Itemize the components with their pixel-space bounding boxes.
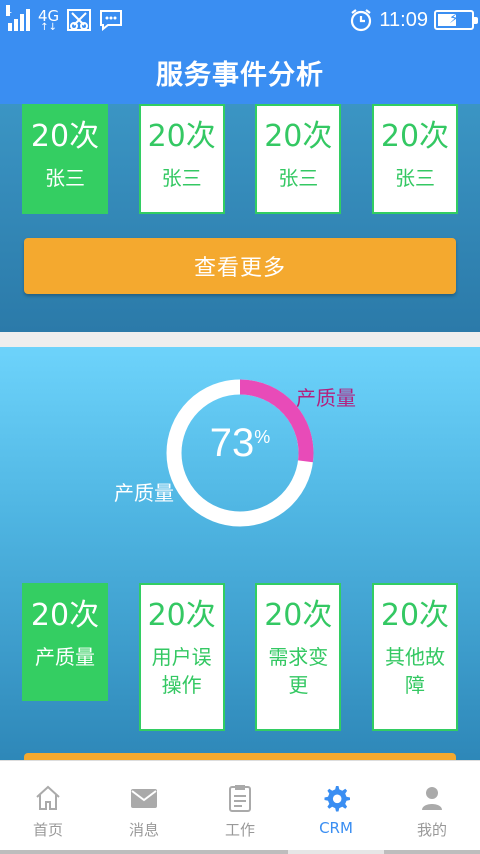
card-count: 20次	[30, 598, 100, 633]
card-name: 张三	[394, 166, 435, 190]
person-card-list: 20次 张三 20次 张三 20次 张三 20次 张三	[22, 104, 458, 214]
person-card[interactable]: 20次 张三	[371, 104, 458, 214]
home-icon	[36, 785, 60, 810]
card-count: 20次	[380, 598, 450, 633]
system-home-bar	[0, 850, 480, 854]
card-name: 其他故障	[384, 645, 445, 697]
gear-icon	[324, 786, 350, 812]
card-name: 需求变更	[268, 645, 329, 697]
person-card[interactable]: 20次 张三	[255, 104, 342, 214]
sim-indicator: 1	[6, 5, 13, 16]
app-header: 服务事件分析	[0, 40, 480, 104]
nav-label: CRM	[319, 819, 353, 837]
card-count: 20次	[264, 119, 333, 154]
nav-label: 我的	[416, 821, 447, 839]
nav-label: 消息	[128, 821, 159, 839]
person-card[interactable]: 20次 张三	[138, 104, 225, 214]
card-count: 20次	[380, 119, 450, 154]
card-name: 张三	[45, 166, 85, 190]
card-name: 产质量	[35, 645, 95, 669]
card-count: 20次	[147, 598, 216, 633]
donut-unit: %	[254, 427, 271, 447]
donut-value: 73%	[160, 421, 320, 466]
nav-label: 工作	[224, 821, 255, 839]
card-name: 张三	[278, 166, 319, 190]
top-panel: 20次 张三 20次 张三 20次 张三 20次 张三 查看更多	[0, 104, 480, 332]
card-count: 20次	[147, 119, 216, 154]
user-icon	[422, 787, 442, 810]
category-card[interactable]: 20次 其他故障	[371, 583, 458, 731]
battery-icon: ⚡	[434, 10, 478, 30]
category-card-list: 20次 产质量 20次 用户误操作 20次 需求变更 20次 其他故障	[22, 583, 458, 731]
scissors-icon	[67, 9, 92, 31]
clipboard-icon	[229, 785, 251, 812]
status-bar: 1 4G ↑↓ 11:09 ⚡	[0, 0, 480, 40]
nav-label: 首页	[32, 821, 63, 839]
page-title: 服务事件分析	[156, 59, 324, 91]
signal-icon: 1	[6, 5, 30, 31]
card-name: 用户误操作	[151, 645, 212, 697]
card-name: 张三	[161, 166, 202, 190]
person-card[interactable]: 20次 张三	[22, 104, 108, 214]
category-card[interactable]: 20次 产质量	[22, 583, 108, 701]
category-card[interactable]: 20次 需求变更	[255, 583, 342, 731]
card-count: 20次	[264, 598, 333, 633]
category-card[interactable]: 20次 用户误操作	[138, 583, 225, 731]
nav-item-messages[interactable]: 消息	[96, 761, 192, 850]
nav-item-crm[interactable]: CRM	[288, 761, 384, 850]
view-more-button[interactable]: 查看更多	[24, 238, 456, 294]
bottom-navigation: 首页 消息 工作 CRM 我的	[0, 760, 480, 850]
clock-time: 11:09	[379, 8, 428, 31]
nav-item-work[interactable]: 工作	[192, 761, 288, 850]
donut-percent: 73	[209, 421, 255, 465]
message-icon	[100, 10, 123, 31]
network-type: 4G ↑↓	[38, 6, 60, 33]
donut-highlight-label: 产质量	[296, 386, 356, 410]
nav-item-profile[interactable]: 我的	[384, 761, 480, 850]
donut-main-label: 产质量	[114, 481, 174, 505]
alarm-icon	[351, 9, 372, 32]
nav-item-home[interactable]: 首页	[0, 761, 96, 850]
card-count: 20次	[30, 119, 100, 154]
mail-icon	[131, 789, 157, 808]
